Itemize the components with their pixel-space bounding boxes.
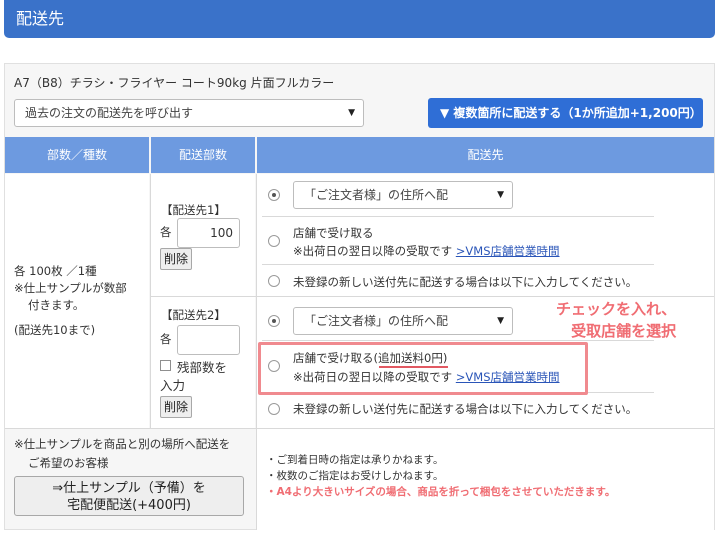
dest1-store-label: 店舗で受け取る [293, 226, 374, 240]
sample-button-line-2: 宅配便配送(+400円) [67, 498, 191, 513]
chevron-down-icon: ▼ [497, 316, 504, 326]
sample-note: ※仕上サンプルを商品と別の場所へ配送を [14, 437, 231, 451]
sample-info: ※仕上サンプルが数部 [14, 281, 127, 295]
dest2-qty-input[interactable] [177, 325, 240, 355]
divider [150, 296, 714, 297]
annotation-line-2: 受取店舗を選択 [571, 322, 677, 340]
dest2-address-select[interactable]: 「ご注文者様」の住所へ配 ▼ [293, 307, 513, 335]
sample-note-cont: ご希望のお客様 [28, 456, 109, 470]
dest1-store-radio[interactable] [268, 235, 280, 247]
dest1-new-address-label: 未登録の新しい送付先に配送する場合は以下に入力してください。 [293, 275, 638, 289]
dest1-store-note-text: ※出荷日の翌日以降の受取です [293, 244, 453, 258]
dest1-delete-button[interactable]: 削除 [160, 248, 192, 270]
divider [262, 216, 654, 217]
dest2-address-radio[interactable] [268, 315, 280, 327]
dest2-new-address-radio[interactable] [268, 403, 280, 415]
remaining-qty-label: 残部数を [177, 360, 228, 375]
remaining-qty-label-cont: 入力 [160, 378, 186, 393]
th-delivery-qty: 配送部数 [151, 137, 255, 173]
dest1-address-select-value: 「ご注文者様」の住所へ配 [304, 188, 449, 202]
note-delivery-date: ・ご到着日時の指定は承りかねます。 [266, 454, 444, 466]
note-quantity: ・枚数のご指定はお受けしかねます。 [266, 470, 444, 482]
instruction-annotation: チェックを入れ、 受取店舗を選択 [556, 298, 676, 342]
history-select[interactable]: 過去の注文の配送先を呼び出す ▼ [14, 99, 364, 127]
divider [5, 428, 714, 429]
dest1-store-hours-link[interactable]: >VMS店舗営業時間 [456, 244, 560, 258]
sample-info-cont: 付きます。 [28, 298, 85, 312]
dest2-delete-button[interactable]: 削除 [160, 396, 192, 418]
multi-destination-button[interactable]: ▼ 複数箇所に配送する（1か所追加+1,200円） [428, 98, 703, 128]
dest2-address-select-value: 「ご注文者様」の住所へ配 [304, 314, 449, 328]
product-name: A7（B8）チラシ・フライヤー コート90kg 片面フルカラー [14, 76, 335, 90]
store-pickup-highlight [258, 342, 588, 395]
quantity-info: 各 100枚 ／1種 [14, 264, 97, 278]
dest1-label: 【配送先1】 [161, 203, 226, 217]
chevron-down-icon: ▼ [497, 190, 504, 200]
th-destination: 配送先 [257, 137, 714, 173]
dest1-store-note: ※出荷日の翌日以降の受取です >VMS店舗営業時間 [293, 243, 560, 259]
section-title: 配送先 [16, 9, 65, 28]
section-header: 配送先 [4, 0, 715, 38]
dest1-address-select[interactable]: 「ご注文者様」の住所へ配 ▼ [293, 181, 513, 209]
dest2-qty-prefix: 各 [160, 332, 172, 346]
dest1-qty-input[interactable]: 100 [177, 218, 240, 248]
dest2-new-address-label: 未登録の新しい送付先に配送する場合は以下に入力してください。 [293, 402, 638, 416]
dest2-label: 【配送先2】 [161, 308, 226, 322]
remaining-qty-checkbox[interactable] [160, 360, 171, 371]
th-quantity-types: 部数／種数 [5, 137, 149, 173]
dest1-new-address-radio[interactable] [268, 275, 280, 287]
max-destinations-info: (配送先10まで) [14, 323, 96, 337]
chevron-down-icon: ▼ [348, 108, 355, 118]
note-folding: ・A4より大きいサイズの場合、商品を折って梱包をさせていただきます。 [266, 486, 616, 498]
sample-delivery-button[interactable]: ⇒仕上サンプル（予備）を 宅配便配送(+400円) [14, 476, 244, 516]
divider [256, 174, 257, 530]
divider [150, 174, 151, 428]
history-select-value: 過去の注文の配送先を呼び出す [25, 106, 194, 120]
dest1-address-radio[interactable] [268, 189, 280, 201]
dest1-qty-prefix: 各 [160, 225, 172, 239]
divider [262, 264, 654, 265]
annotation-line-1: チェックを入れ、 [556, 300, 677, 318]
sample-button-line-1: ⇒仕上サンプル（予備）を [52, 481, 206, 496]
